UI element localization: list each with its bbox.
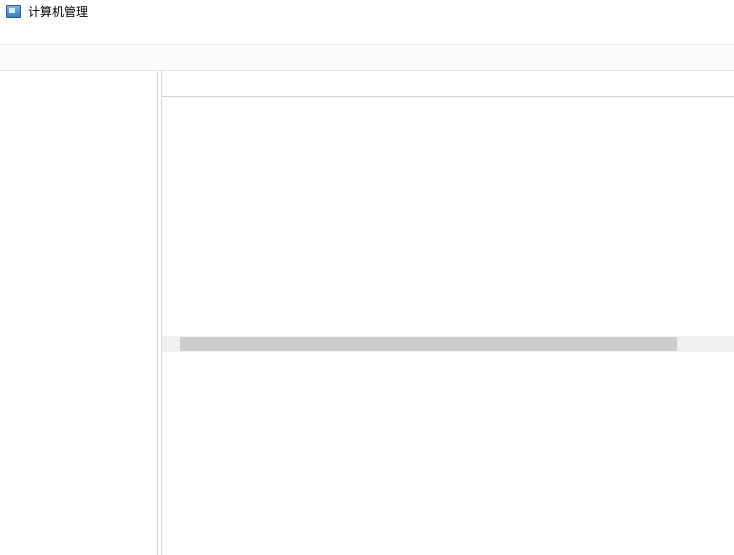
toolbar — [0, 45, 734, 71]
title-bar: 计算机管理 — [0, 0, 734, 22]
scrollbar-track[interactable] — [178, 336, 718, 352]
scroll-left-arrow[interactable] — [162, 336, 178, 352]
disk-graphical-view — [162, 352, 734, 555]
window-title: 计算机管理 — [28, 4, 89, 19]
console-tree — [0, 71, 158, 555]
main-area — [0, 71, 734, 555]
volume-list-header — [162, 77, 734, 97]
volume-list — [162, 71, 734, 352]
scroll-right-arrow[interactable] — [718, 336, 734, 352]
horizontal-scrollbar[interactable] — [162, 336, 734, 352]
details-pane — [161, 71, 734, 555]
menu-bar — [0, 22, 734, 45]
app-icon — [6, 4, 21, 18]
scrollbar-thumb[interactable] — [180, 337, 677, 351]
